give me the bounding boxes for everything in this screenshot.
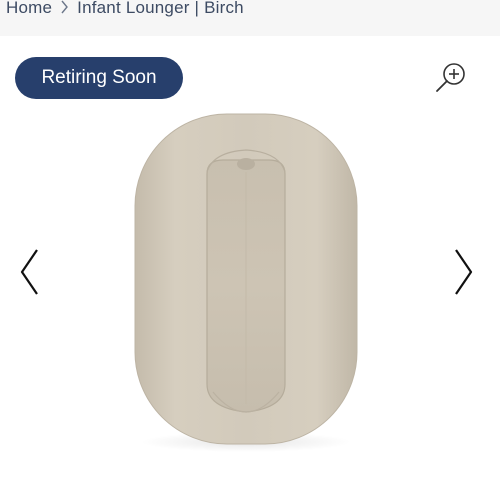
zoom-in-button[interactable] (432, 58, 470, 96)
lounger-illustration (134, 113, 358, 452)
chevron-right-icon (455, 249, 473, 295)
product-gallery: Retiring Soon (0, 36, 500, 500)
breadcrumb: Home Infant Lounger | Birch (6, 0, 244, 21)
previous-image-button[interactable] (17, 246, 43, 298)
chevron-left-icon (20, 249, 38, 295)
zoom-in-icon (436, 63, 465, 92)
breadcrumb-bar: Home Infant Lounger | Birch (0, 0, 500, 36)
breadcrumb-home-link[interactable]: Home (6, 0, 52, 18)
retiring-soon-badge: Retiring Soon (15, 57, 183, 99)
breadcrumb-current: Infant Lounger | Birch (77, 0, 244, 17)
chevron-right-icon (60, 0, 69, 17)
product-image-infant-lounger (133, 112, 359, 452)
next-image-button[interactable] (450, 246, 476, 298)
